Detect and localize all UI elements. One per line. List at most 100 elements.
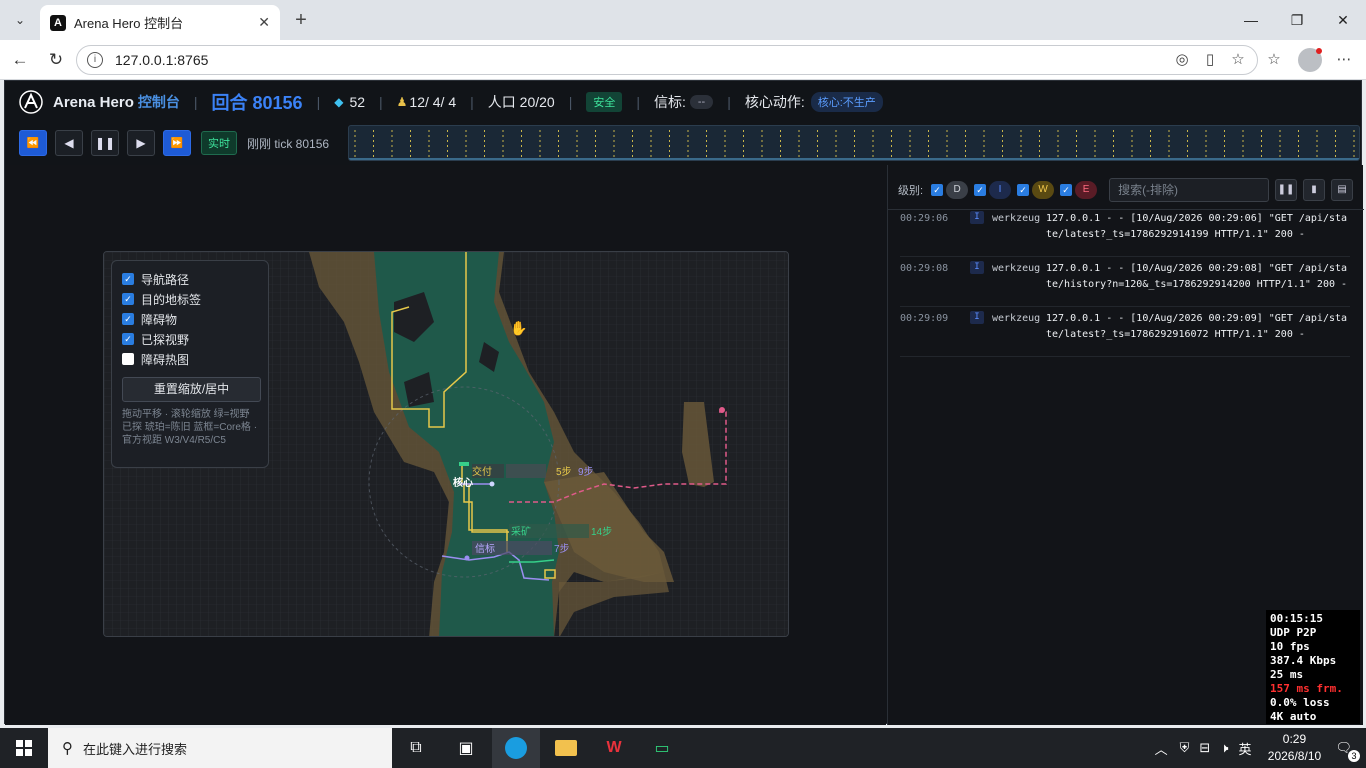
- terminal-app-icon[interactable]: ▭: [638, 728, 686, 768]
- window-close-icon[interactable]: ✕: [1328, 8, 1358, 32]
- tab-close-icon[interactable]: ✕: [258, 14, 270, 31]
- brand-name: Arena Hero: [53, 93, 134, 111]
- checkbox-unchecked-icon[interactable]: [122, 353, 134, 365]
- level-w-checkbox[interactable]: ✓: [1017, 184, 1030, 196]
- app-window-icon[interactable]: ▣: [442, 728, 490, 768]
- level-d-badge[interactable]: D: [946, 181, 969, 199]
- profile-avatar[interactable]: [1298, 48, 1322, 72]
- brand-subtitle: 控制台: [137, 94, 180, 110]
- site-info-icon[interactable]: i: [87, 52, 103, 68]
- url-text: 127.0.0.1:8765: [115, 52, 209, 68]
- log-row: 00:29:08 I werkzeug 127.0.0.1 - - [10/Au…: [900, 261, 1350, 307]
- clear-log-icon[interactable]: ▮: [1303, 179, 1326, 201]
- gem-icon: ◆: [334, 95, 344, 109]
- taskbar-clock[interactable]: 0:29 2026/8/10: [1259, 731, 1329, 765]
- layer-nav-path[interactable]: ✓ 导航路径: [122, 269, 258, 289]
- layer-obstacles[interactable]: ✓ 障碍物: [122, 309, 258, 329]
- edge-browser-icon[interactable]: [492, 728, 540, 768]
- divider: |: [316, 94, 321, 110]
- log-search-input[interactable]: 搜索(-排除): [1109, 178, 1270, 202]
- maximize-icon[interactable]: ❐: [1282, 8, 1312, 32]
- task-view-icon[interactable]: ⧉: [392, 728, 440, 768]
- start-windows-icon[interactable]: [0, 728, 48, 768]
- level-i-checkbox[interactable]: ✓: [974, 184, 987, 196]
- security-icon[interactable]: ⛨: [1180, 740, 1190, 756]
- copilot-icon[interactable]: ◎: [1172, 50, 1192, 70]
- jump-start-button[interactable]: ⏪: [19, 130, 47, 156]
- pause-button[interactable]: ❚❚: [91, 130, 119, 156]
- layer-destination-label[interactable]: ✓ 目的地标签: [122, 289, 258, 309]
- tray-chevron-icon[interactable]: ︿: [1155, 739, 1168, 758]
- tab-title: Arena Hero 控制台: [74, 16, 184, 31]
- reset-zoom-button[interactable]: 重置缩放/居中: [122, 377, 261, 402]
- layer-panel: ✓ 导航路径 ✓ 目的地标签 ✓ 障碍物 ✓ 已探视野 障碍热图 重置缩放/居中 拖动平…: [111, 260, 269, 468]
- beacon-value: --: [689, 95, 714, 109]
- tick-status: 刚刚 tick 80156: [247, 136, 330, 151]
- log-row: 00:29:06 I werkzeug 127.0.0.1 - - [10/Au…: [900, 211, 1350, 257]
- log-row: 00:29:09 I werkzeug 127.0.0.1 - - [10/Au…: [900, 311, 1350, 357]
- stat-uptime: 00:15:15: [1270, 612, 1323, 625]
- new-tab-plus-icon[interactable]: +: [290, 8, 312, 32]
- address-bar: ← ↻ i 127.0.0.1:8765: [0, 40, 1366, 80]
- back-arrow-icon[interactable]: ←: [8, 48, 32, 72]
- label-deliver: 交付: [472, 465, 492, 478]
- ime-indicator[interactable]: 英: [1238, 739, 1251, 758]
- unit-counts: 12/ 4/ 4: [409, 94, 457, 110]
- population: 人口 20/20: [487, 94, 555, 110]
- tab-actions-chevron-icon[interactable]: ⌄: [8, 8, 32, 32]
- notification-count: 3: [1348, 750, 1360, 762]
- checkbox-checked-icon[interactable]: ✓: [122, 293, 134, 305]
- live-button[interactable]: 实时: [201, 131, 237, 155]
- level-d-checkbox[interactable]: ✓: [931, 184, 944, 196]
- level-e-checkbox[interactable]: ✓: [1060, 184, 1073, 196]
- label-deliver-steps2: 9步: [578, 466, 594, 478]
- divider: |: [568, 94, 573, 110]
- layer-heatmap[interactable]: 障碍热图: [122, 349, 258, 369]
- volume-icon[interactable]: 🕨: [1220, 740, 1228, 756]
- browser-tab[interactable]: A Arena Hero 控制台 ✕: [40, 5, 280, 40]
- beacon-label: 信标:: [653, 94, 686, 110]
- label-beacon-steps: 7步: [554, 543, 570, 555]
- minimize-icon[interactable]: —: [1236, 8, 1266, 32]
- worker-icon: ♟: [396, 95, 408, 109]
- core-action-label: 核心动作:: [744, 94, 805, 110]
- map-area[interactable]: 交付 5步 9步 核心 采矿 14步 信标 7步 ✋ ✓ 导航路径 ✓ 目的地标签 …: [5, 165, 886, 725]
- label-beacon: 信标: [475, 543, 495, 555]
- stat-quality: 4K auto: [1270, 710, 1317, 723]
- play-button[interactable]: ▶: [127, 130, 155, 156]
- favorites-list-icon[interactable]: ☆: [1264, 50, 1284, 70]
- reload-icon[interactable]: ↻: [44, 48, 68, 72]
- jump-live-button[interactable]: ⏩: [163, 130, 191, 156]
- level-label: 级别:: [898, 185, 924, 197]
- level-e-badge[interactable]: E: [1075, 181, 1098, 199]
- file-explorer-icon[interactable]: [542, 728, 590, 768]
- log-toolbar: 级别: ✓ D ✓ I ✓ W ✓ E 搜索(-排除) ❚❚ ▮ ▤: [888, 177, 1364, 203]
- taskbar-search-input[interactable]: ⚲ 在此键入进行搜索: [48, 728, 392, 768]
- playback-controls: ⏪ ◀ ❚❚ ▶ ⏩ 实时 刚刚 tick 80156: [19, 129, 329, 157]
- level-i-badge[interactable]: I: [989, 181, 1012, 199]
- timeline-scrubber[interactable]: [348, 125, 1360, 161]
- checkbox-checked-icon[interactable]: ✓: [122, 273, 134, 285]
- divider: |: [470, 94, 474, 110]
- hand-cursor-icon: ✋: [510, 320, 528, 336]
- divider: |: [193, 94, 198, 110]
- level-w-badge[interactable]: W: [1032, 181, 1055, 199]
- timeline-ticks: [349, 130, 1359, 160]
- notification-icon[interactable]: 🗨 3: [1335, 740, 1360, 762]
- stat-frame: 157 ms frm.: [1270, 682, 1343, 695]
- wps-office-icon[interactable]: W: [590, 728, 638, 768]
- pause-log-icon[interactable]: ❚❚: [1275, 179, 1298, 201]
- network-icon[interactable]: ⊟: [1199, 740, 1210, 756]
- favorite-star-icon[interactable]: ☆: [1228, 50, 1248, 70]
- checkbox-checked-icon[interactable]: ✓: [122, 313, 134, 325]
- windows-taskbar: ⚲ 在此键入进行搜索 ⧉ ▣ W ▭ ︿ ⛨ ⊟ 🕨 英 0:29 2026/8…: [0, 728, 1366, 768]
- checkbox-checked-icon[interactable]: ✓: [122, 333, 134, 345]
- more-menu-icon[interactable]: ⋯: [1334, 50, 1354, 70]
- copy-log-icon[interactable]: ▤: [1331, 179, 1354, 201]
- divider: |: [727, 94, 731, 110]
- map-help-text: 拖动平移 · 滚轮缩放 绿=视野已探 琥珀=陈旧 蓝框=Core格 · 官方视距…: [122, 409, 258, 446]
- step-back-button[interactable]: ◀: [55, 130, 83, 156]
- reading-view-icon[interactable]: ▯: [1200, 50, 1220, 70]
- url-input[interactable]: i 127.0.0.1:8765: [76, 45, 1258, 75]
- layer-explored[interactable]: ✓ 已探视野: [122, 329, 258, 349]
